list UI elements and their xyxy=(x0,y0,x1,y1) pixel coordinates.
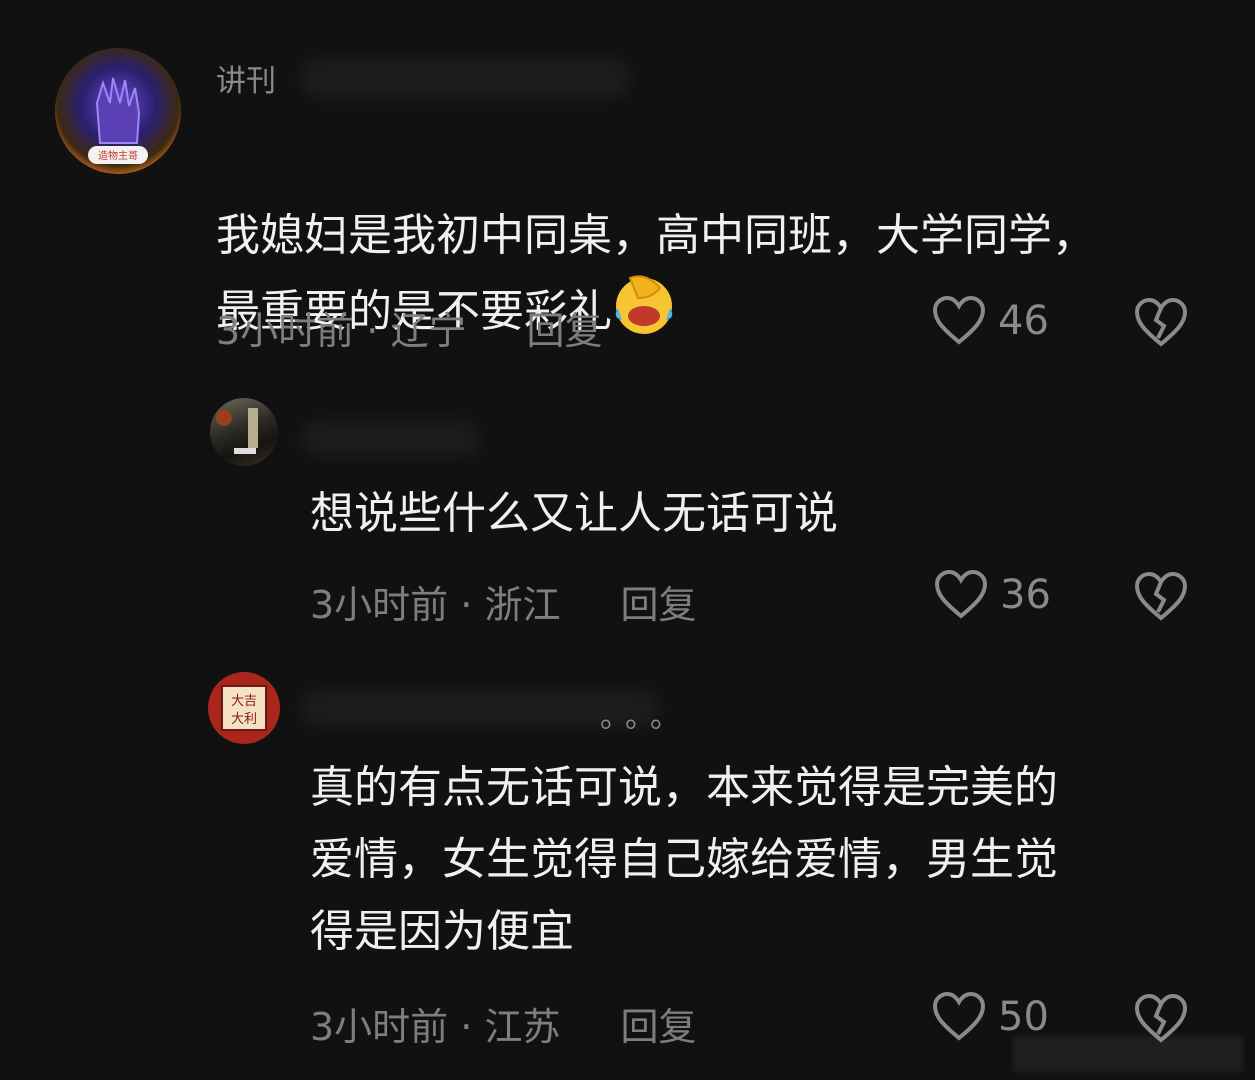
like-button[interactable]: 36 xyxy=(934,570,1051,620)
like-count: 36 xyxy=(1000,572,1051,618)
watermark xyxy=(1013,1036,1243,1072)
dislike-button[interactable] xyxy=(1134,571,1188,626)
dislike-button[interactable] xyxy=(1134,297,1188,352)
comment-region: 浙江 xyxy=(484,583,561,627)
comment-meta: 3小时前 · 浙江 回复 xyxy=(310,574,696,629)
svg-text:大利: 大利 xyxy=(231,712,257,727)
lucky-charm-icon: 大吉 大利 xyxy=(221,685,267,731)
comment-region: 江苏 xyxy=(484,1005,561,1049)
avatar-text: 大吉 xyxy=(231,694,257,709)
comment-time: 3小时前 xyxy=(310,1005,449,1049)
avatar[interactable] xyxy=(210,398,278,466)
heart-icon xyxy=(932,992,986,1041)
hand-icon: 造物主哥 xyxy=(88,77,148,164)
comment-time: 3小时前 xyxy=(310,583,449,627)
username[interactable]: 讲刊 xyxy=(216,56,296,100)
avatar[interactable]: 造物主哥 xyxy=(55,48,181,174)
meta-separator: · xyxy=(354,309,391,353)
reply-button[interactable]: 回复 xyxy=(526,309,602,353)
comment-text: 想说些什么又让人无话可说 xyxy=(310,488,838,539)
heart-icon xyxy=(934,570,988,619)
meta-separator: · xyxy=(448,583,485,627)
like-button[interactable]: 50 xyxy=(932,992,1049,1042)
comment-text: 真的有点无话可说，本来觉得是完美的 爱情，女生觉得自己嫁给爱情，男生觉 得是因为… xyxy=(310,762,1058,957)
comment-time: 3小时前 xyxy=(216,309,355,353)
reply-button[interactable]: 回复 xyxy=(620,1005,696,1049)
broken-heart-icon xyxy=(1134,571,1188,621)
like-button[interactable]: 46 xyxy=(932,296,1049,346)
avatar-badge: 造物主哥 xyxy=(98,149,138,162)
like-count: 50 xyxy=(998,994,1049,1040)
like-count: 46 xyxy=(998,298,1049,344)
avatar[interactable]: 大吉 大利 xyxy=(208,672,280,744)
heart-icon xyxy=(932,296,986,345)
username[interactable]: 。。。 xyxy=(600,692,740,736)
comment-region: 辽宁 xyxy=(390,309,467,353)
comment-meta: 3小时前 · 江苏 回复 xyxy=(310,996,696,1051)
broken-heart-icon xyxy=(1134,297,1188,347)
laughing-emoji-icon xyxy=(615,275,673,334)
meta-separator: · xyxy=(448,1005,485,1049)
comment-meta: 3小时前 · 辽宁 回复 xyxy=(216,300,602,355)
reply-button[interactable]: 回复 xyxy=(620,583,696,627)
scene-icon xyxy=(216,408,258,454)
